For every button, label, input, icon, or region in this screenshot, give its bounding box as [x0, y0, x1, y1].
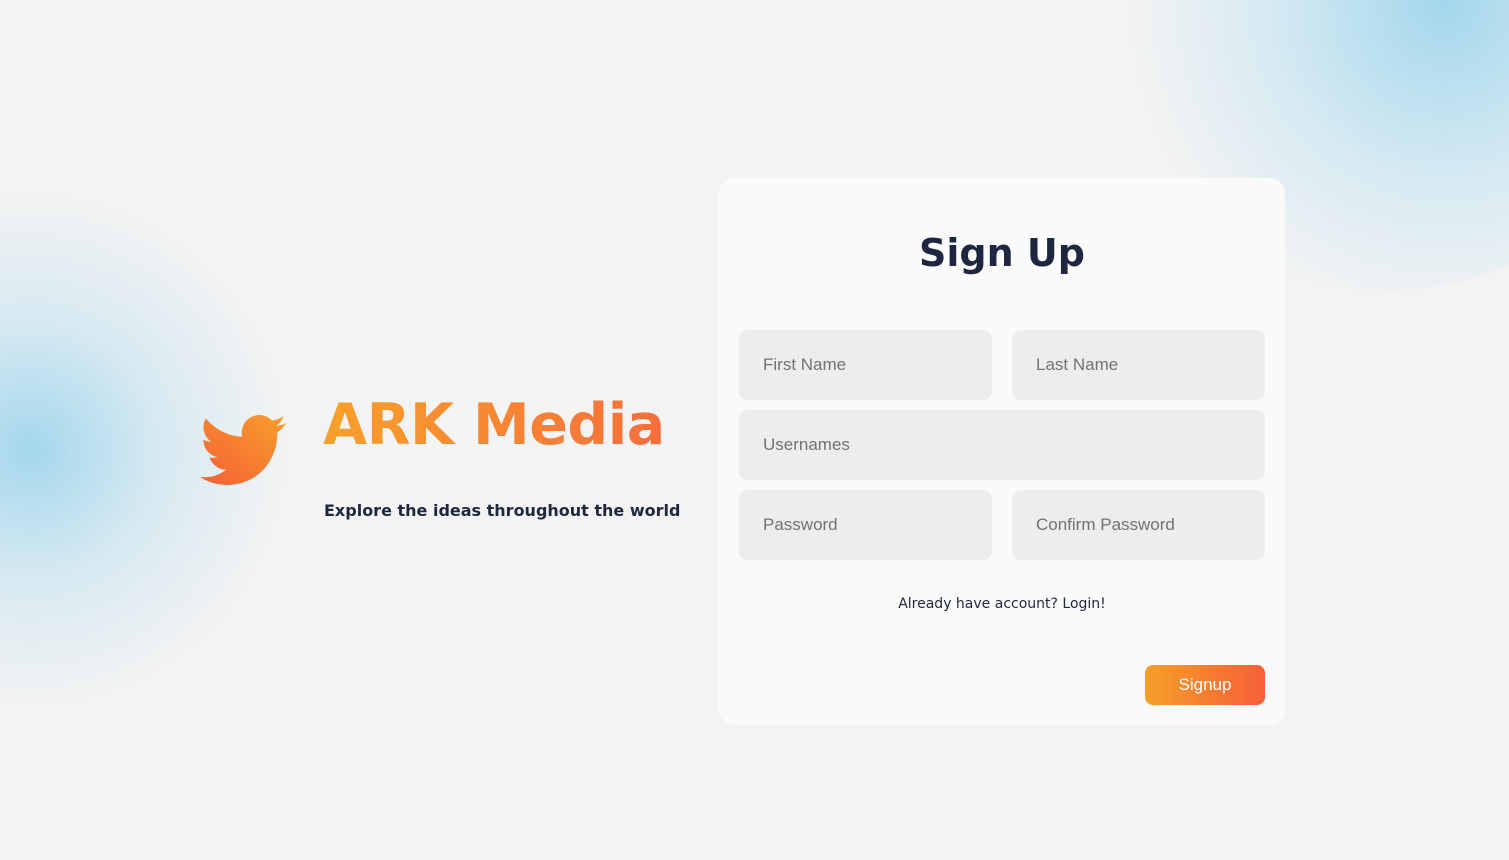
- brand-tagline: Explore the ideas throughout the world: [324, 501, 681, 520]
- login-link[interactable]: Already have account? Login!: [719, 596, 1285, 612]
- brand-name: ARK Media: [323, 387, 665, 463]
- signup-title: Sign Up: [919, 231, 1085, 275]
- username-input[interactable]: [739, 410, 1265, 480]
- signup-page: ARK Media Explore the ideas throughout t…: [0, 0, 1509, 860]
- signup-card: Sign Up Already have account? Login! Sig…: [719, 178, 1285, 725]
- confirm-password-input[interactable]: [1012, 490, 1265, 560]
- last-name-input[interactable]: [1012, 330, 1265, 400]
- bird-icon: [200, 415, 286, 485]
- signup-button[interactable]: Signup: [1145, 665, 1265, 705]
- brand-section: ARK Media Explore the ideas throughout t…: [200, 385, 680, 535]
- password-input[interactable]: [739, 490, 992, 560]
- first-name-input[interactable]: [739, 330, 992, 400]
